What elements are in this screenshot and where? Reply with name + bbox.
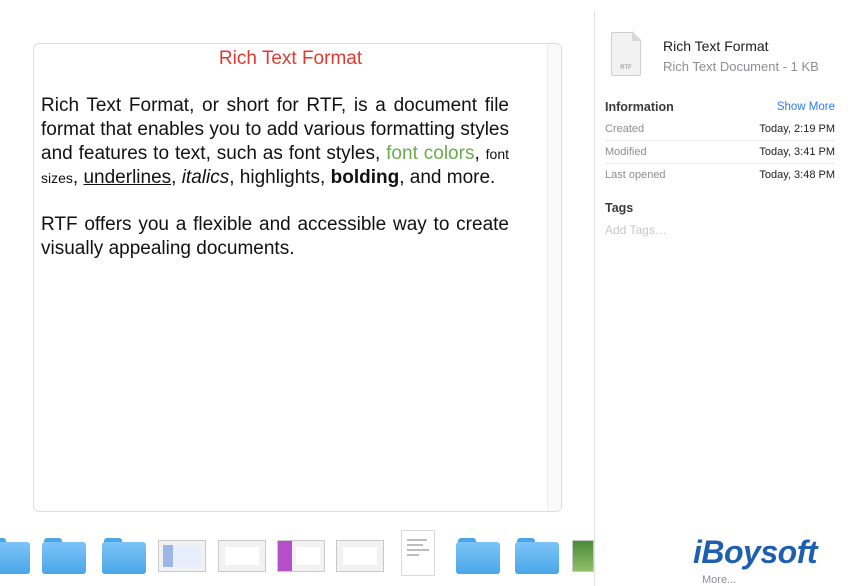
folder-icon[interactable] <box>456 538 500 574</box>
underlines-text: underlines <box>83 167 172 188</box>
info-label: Last opened <box>605 169 666 181</box>
info-inspector: RTF Rich Text Format Rich Text Document … <box>595 0 855 586</box>
info-row-last-opened: Last opened Today, 3:48 PM <box>605 164 835 187</box>
preview-scrollbar[interactable] <box>547 44 561 511</box>
image-thumbnail[interactable] <box>572 540 594 572</box>
document-paragraph-1: Rich Text Format, or short for RTF, is a… <box>41 94 509 190</box>
info-value: Today, 2:19 PM <box>759 123 835 135</box>
screenshot-thumbnail[interactable] <box>336 540 384 572</box>
folder-icon[interactable] <box>102 538 146 574</box>
document-thumbnail[interactable] <box>401 530 435 576</box>
document-title: Rich Text Format <box>218 48 363 69</box>
file-thumbnail-strip <box>0 528 595 586</box>
folder-icon[interactable] <box>42 538 86 574</box>
iboysoft-logo: iBoysoft <box>693 534 818 570</box>
show-more-link[interactable]: Show More <box>777 101 835 113</box>
info-value: Today, 3:48 PM <box>759 169 835 181</box>
italics-text: italics <box>181 167 230 188</box>
info-value: Today, 3:41 PM <box>759 146 835 158</box>
folder-icon[interactable] <box>515 538 559 574</box>
file-kind-size: Rich Text Document - 1 KB <box>663 59 819 74</box>
file-name: Rich Text Format <box>663 38 769 54</box>
paragraph-text: , and more. <box>399 167 496 188</box>
paragraph-text: , <box>474 143 486 164</box>
rtf-file-icon: RTF <box>611 31 642 76</box>
information-heading: Information <box>605 100 674 114</box>
more-label[interactable]: More... <box>702 574 736 586</box>
bolding-text: bolding <box>330 167 400 188</box>
paragraph-text: , highlights, <box>229 167 331 188</box>
paragraph-text: , <box>72 167 84 188</box>
folder-icon[interactable] <box>0 538 30 574</box>
screenshot-thumbnail[interactable] <box>218 540 266 572</box>
info-row-created: Created Today, 2:19 PM <box>605 118 835 141</box>
info-label: Modified <box>605 146 647 158</box>
document-body: Rich Text Format, or short for RTF, is a… <box>41 94 509 284</box>
tags-heading: Tags <box>605 201 634 215</box>
info-row-modified: Modified Today, 3:41 PM <box>605 141 835 164</box>
add-tags-field[interactable]: Add Tags… <box>605 223 667 237</box>
screenshot-thumbnail[interactable] <box>158 540 206 572</box>
screenshot-thumbnail[interactable] <box>277 540 325 572</box>
document-preview[interactable]: Rich Text Format Rich Text Format, or sh… <box>33 43 562 512</box>
document-paragraph-2: RTF offers you a flexible and accessible… <box>41 214 509 259</box>
file-icon-extension: RTF <box>620 65 632 71</box>
info-label: Created <box>605 123 645 135</box>
paragraph-text: , <box>171 167 182 188</box>
font-colors-text: font colors <box>386 143 475 164</box>
